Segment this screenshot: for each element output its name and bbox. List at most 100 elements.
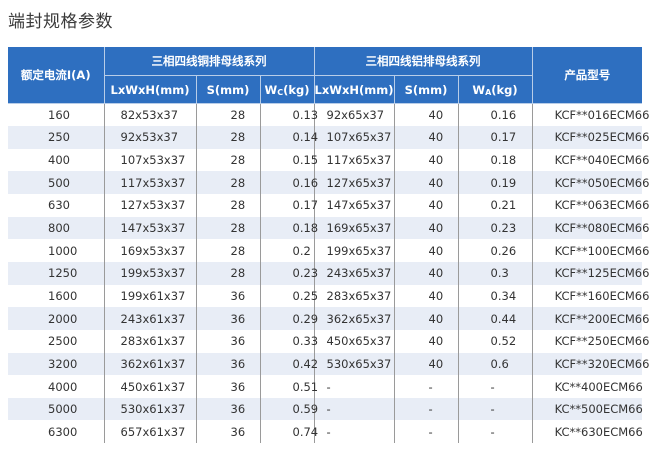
product-model-cell: KCF**160ECM66 bbox=[532, 284, 649, 308]
copper-weight-cell: 0.2 bbox=[260, 239, 315, 262]
aluminum-s-cell: 40 bbox=[394, 352, 459, 376]
aluminum-weight-cell: 0.16 bbox=[458, 103, 533, 127]
aluminum-size-cell: 199x65x37 bbox=[314, 239, 395, 262]
copper-size-cell: 530x61x37 bbox=[104, 397, 197, 421]
aluminum-s-cell: 40 bbox=[394, 171, 459, 195]
header-aluminum-weight-w: W bbox=[472, 82, 486, 97]
copper-weight-cell: 0.51 bbox=[260, 375, 318, 398]
copper-size-cell: 169x53x37 bbox=[104, 239, 197, 262]
aluminum-weight-cell: 0.6 bbox=[458, 352, 533, 376]
rated-current-cell: 2000 bbox=[8, 307, 105, 330]
copper-weight-cell: 0.16 bbox=[260, 171, 318, 195]
aluminum-s-cell: 40 bbox=[394, 307, 459, 330]
aluminum-size-cell: - bbox=[314, 420, 395, 444]
aluminum-size-cell: 169x65x37 bbox=[314, 216, 395, 240]
aluminum-weight-cell: 0.19 bbox=[458, 171, 533, 195]
rated-current-cell: 1000 bbox=[8, 239, 105, 262]
aluminum-s-cell: - bbox=[394, 375, 459, 398]
aluminum-size-cell: 107x65x37 bbox=[314, 126, 395, 149]
rated-current-cell: 6300 bbox=[8, 420, 105, 444]
page-title: 端封规格参数 bbox=[8, 12, 113, 32]
rated-current-cell: 800 bbox=[8, 216, 105, 240]
copper-weight-cell: 0.42 bbox=[260, 352, 318, 376]
table-row: 2500 283x61x37 36 0.33 450x65x37 40 0.52 KCF**2… bbox=[8, 329, 649, 353]
aluminum-size-cell: 117x65x37 bbox=[314, 148, 395, 172]
copper-s-cell: 36 bbox=[196, 420, 261, 444]
header-product-model: 产品型号 bbox=[532, 47, 643, 104]
header-aluminum-weight: WA(kg) bbox=[458, 75, 533, 104]
copper-weight-cell: 0.17 bbox=[260, 194, 318, 217]
header-rated-current: 额定电流I(A) bbox=[8, 47, 105, 104]
copper-size-cell: 82x53x37 bbox=[104, 103, 197, 127]
rated-current-cell: 3200 bbox=[8, 352, 105, 376]
aluminum-size-cell: 243x65x37 bbox=[314, 261, 395, 285]
product-model-cell: KCF**100ECM66 bbox=[532, 239, 649, 262]
aluminum-weight-cell: - bbox=[458, 420, 533, 444]
copper-weight-cell: 0.15 bbox=[260, 148, 318, 172]
copper-s-cell: 36 bbox=[196, 375, 261, 398]
rated-current-cell: 250 bbox=[8, 126, 105, 149]
aluminum-size-cell: - bbox=[314, 397, 395, 421]
product-model-cell: KCF**063ECM66 bbox=[532, 194, 649, 217]
header-aluminum-s: S(mm) bbox=[394, 75, 459, 104]
copper-size-cell: 199x53x37 bbox=[104, 261, 197, 285]
copper-weight-cell: 0.25 bbox=[260, 284, 318, 308]
aluminum-s-cell: 40 bbox=[394, 329, 459, 353]
copper-s-cell: 28 bbox=[196, 126, 261, 149]
rated-current-cell: 5000 bbox=[8, 397, 105, 421]
header-aluminum-size: LxWxH(mm) bbox=[314, 75, 395, 104]
table-body: 160 82x53x37 28 0.13 92x65x37 40 0.16 KCF**016E… bbox=[8, 103, 649, 444]
aluminum-weight-cell: - bbox=[458, 397, 533, 421]
aluminum-weight-cell: 0.44 bbox=[458, 307, 533, 330]
copper-s-cell: 28 bbox=[196, 194, 261, 217]
aluminum-weight-cell: 0.18 bbox=[458, 148, 533, 172]
table-row: 800 147x53x37 28 0.18 169x65x37 40 0.23 KCF**08… bbox=[8, 216, 649, 240]
table-row: 4000 450x61x37 36 0.51- - - KC**400ECM66 bbox=[8, 375, 643, 398]
product-model-cell: KCF**320ECM66 bbox=[532, 352, 649, 376]
aluminum-size-cell: 283x65x37 bbox=[314, 284, 395, 308]
copper-s-cell: 36 bbox=[196, 329, 261, 353]
copper-weight-cell: 0.13 bbox=[260, 103, 318, 127]
aluminum-s-cell: 40 bbox=[394, 103, 459, 127]
copper-s-cell: 36 bbox=[196, 307, 261, 330]
header-aluminum-series: 三相四线铝排母线系列 bbox=[314, 47, 533, 76]
copper-s-cell: 28 bbox=[196, 103, 261, 127]
product-model-cell: KCF**125ECM66 bbox=[532, 261, 649, 285]
copper-s-cell: 36 bbox=[196, 284, 261, 308]
spec-table: 额定电流I(A) 三相四线铜排母线系列 三相四线铝排母线系列 产品型号 LxWx… bbox=[8, 47, 649, 444]
product-model-cell: KCF**200ECM66 bbox=[532, 307, 649, 330]
copper-size-cell: 450x61x37 bbox=[104, 375, 197, 398]
rated-current-cell: 160 bbox=[8, 103, 105, 127]
header-copper-weight-w: W bbox=[264, 82, 278, 97]
aluminum-size-cell: 147x65x37 bbox=[314, 194, 395, 217]
copper-s-cell: 28 bbox=[196, 171, 261, 195]
rated-current-cell: 2500 bbox=[8, 329, 105, 353]
aluminum-weight-cell: 0.34 bbox=[458, 284, 533, 308]
copper-size-cell: 283x61x37 bbox=[104, 329, 197, 353]
product-model-cell: KC**500ECM66 bbox=[532, 397, 643, 421]
copper-s-cell: 28 bbox=[196, 148, 261, 172]
copper-weight-cell: 0.29 bbox=[260, 307, 318, 330]
copper-size-cell: 199x61x37 bbox=[104, 284, 197, 308]
product-model-cell: KC**630ECM66 bbox=[532, 420, 643, 444]
rated-current-cell: 4000 bbox=[8, 375, 105, 398]
aluminum-weight-cell: - bbox=[458, 375, 533, 398]
table-row: 1600 199x61x37 36 0.25 283x65x37 40 0.34 KCF**1… bbox=[8, 284, 649, 308]
aluminum-size-cell: 530x65x37 bbox=[314, 352, 395, 376]
rated-current-cell: 500 bbox=[8, 171, 105, 195]
copper-weight-cell: 0.23 bbox=[260, 261, 318, 285]
aluminum-s-cell: - bbox=[394, 397, 459, 421]
copper-weight-cell: 0.14 bbox=[260, 126, 318, 149]
aluminum-s-cell: - bbox=[394, 420, 459, 444]
copper-size-cell: 117x53x37 bbox=[104, 171, 197, 195]
aluminum-size-cell: 92x65x37 bbox=[314, 103, 395, 127]
aluminum-size-cell: - bbox=[314, 375, 395, 398]
aluminum-s-cell: 40 bbox=[394, 239, 459, 262]
aluminum-weight-cell: 0.21 bbox=[458, 194, 533, 217]
aluminum-weight-cell: 0.23 bbox=[458, 216, 533, 240]
table-row: 400 107x53x37 28 0.15 117x65x37 40 0.18 KCF**04… bbox=[8, 148, 649, 172]
product-model-cell: KCF**016ECM66 bbox=[532, 103, 649, 127]
rated-current-cell: 400 bbox=[8, 148, 105, 172]
table-row: 6300 657x61x37 36 0.74- - - KC**630ECM66 bbox=[8, 420, 643, 444]
copper-size-cell: 127x53x37 bbox=[104, 194, 197, 217]
